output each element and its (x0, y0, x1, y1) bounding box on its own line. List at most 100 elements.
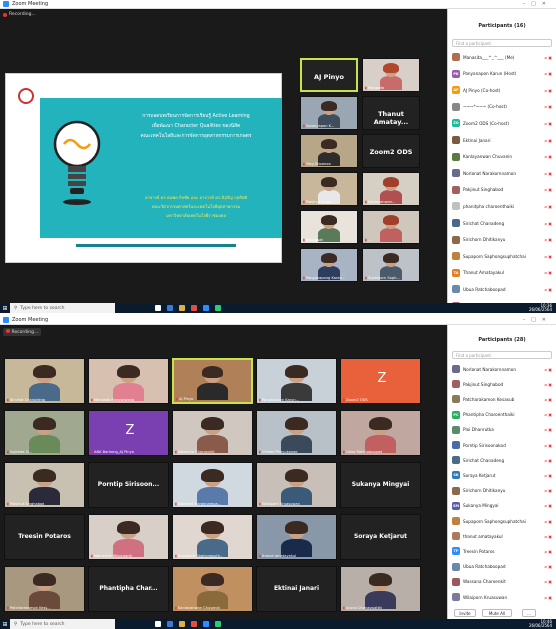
zoom-taskbar-icon[interactable] (203, 621, 209, 627)
video-tile[interactable]: ▮Chalao Phayukanee (256, 410, 337, 456)
video-tile[interactable]: Porntip Sirisoon... (88, 462, 169, 508)
muted-mic-video-icon[interactable]: ⌀ ▣ (545, 221, 552, 226)
participant-row[interactable]: Pakjinut Singhabod ⌀ ▣ (452, 378, 552, 390)
windows-start-icon[interactable]: ⊞ (0, 621, 10, 628)
participant-row[interactable]: PK Panyanapon Karun (Host) ⌀ ▣ (452, 68, 552, 80)
video-tile[interactable]: AJ Pinyo (300, 58, 358, 92)
participant-search-input[interactable]: Find a participant (452, 351, 552, 359)
participant-row[interactable]: Supaporn Saphongsuphatchai ⌀ ▣ (452, 515, 552, 527)
invite-button[interactable]: Invite (454, 609, 476, 617)
video-tile[interactable]: ▮Manasita (362, 58, 420, 92)
muted-mic-video-icon[interactable]: ⌀ ▣ (545, 397, 552, 402)
task-view-icon[interactable] (155, 621, 161, 627)
participant-row[interactable]: Norlanat Narakornnamon ⌀ ▣ (452, 167, 552, 179)
participant-row[interactable]: Patcharakamon Kesasub ⌀ ▣ (452, 393, 552, 405)
participant-row[interactable]: Pakjinut Singhabod ⌀ ▣ (452, 184, 552, 196)
video-tile[interactable]: ▮Naruemol Wisutpanit (88, 514, 169, 560)
muted-mic-video-icon[interactable]: ⌀ ▣ (545, 412, 552, 417)
muted-mic-video-icon[interactable]: ⌀ ▣ (545, 237, 552, 242)
video-tile[interactable]: ▮Kanlayanwan... (362, 172, 420, 206)
muted-mic-video-icon[interactable]: ⌀ ▣ (545, 171, 552, 176)
video-tile[interactable]: ▮Ubua Ratchaboopad (340, 410, 421, 456)
video-tile[interactable]: ▮Panyanapong Karan... (300, 248, 358, 282)
muted-mic-video-icon[interactable]: ⌀ ▣ (545, 138, 552, 143)
windows-start-icon[interactable]: ⊞ (0, 305, 10, 312)
participant-row[interactable]: Ektinai Janari ⌀ ▣ (452, 134, 552, 146)
video-tile[interactable]: ▮Wassana Charoenkit (172, 410, 253, 456)
participant-row[interactable]: Manasita___^_^___ (Me) ⌀ ▣ (452, 51, 552, 63)
edge-icon[interactable] (167, 621, 173, 627)
muted-mic-video-icon[interactable]: ⌀ ▣ (545, 287, 552, 292)
video-tile[interactable]: Ektinai Janari (256, 566, 337, 612)
participant-row[interactable]: Ploi Dhanrutka ⌀ ▣ (452, 424, 552, 436)
zoom-taskbar-icon[interactable] (203, 305, 209, 311)
participant-row[interactable]: Kanlayanwan Chuvanin ⌀ ▣ (452, 151, 552, 163)
system-clock[interactable]: 10:46 26/06/2564 (529, 619, 552, 629)
video-tile[interactable]: ▮phongsak (300, 210, 358, 244)
muted-mic-video-icon[interactable]: ⌀ ▣ (545, 382, 552, 387)
recording-indicator[interactable]: Recording... (3, 328, 42, 336)
more-button[interactable]: ... (522, 609, 536, 617)
video-tile[interactable]: Phantipha Char... (88, 566, 169, 612)
muted-mic-video-icon[interactable]: ⌀ ▣ (545, 519, 552, 524)
video-tile[interactable]: ▮Ying Sripanoa (300, 134, 358, 168)
task-view-icon[interactable] (155, 305, 161, 311)
system-clock[interactable]: 10:36 26/06/2564 (529, 303, 552, 313)
video-tile[interactable]: ▮Sajimda Sl... (4, 410, 85, 456)
line-icon[interactable] (215, 305, 221, 311)
video-tile[interactable]: Sukanya Mingyai (340, 462, 421, 508)
participant-search-input[interactable]: Find a participant (452, 39, 552, 47)
window-controls[interactable]: –□✕ (523, 1, 552, 7)
participant-row[interactable]: TP Treesin Potaros ⌀ ▣ (452, 545, 552, 557)
video-tile[interactable]: ▮Kanlayanwan Chuvanin (172, 566, 253, 612)
muted-mic-video-icon[interactable]: ⌀ ▣ (545, 503, 552, 508)
video-tile[interactable]: ▮Suphajorn Soph... (362, 248, 420, 282)
participant-row[interactable]: thanut amatayakul ⌀ ▣ (452, 530, 552, 542)
participant-row[interactable]: ZO Zoom2 ODS (Co-host) ⌀ ▣ (452, 117, 552, 129)
muted-mic-video-icon[interactable]: ⌀ ▣ (545, 71, 552, 76)
participant-row[interactable]: Sirichat Chanadeng ⌀ ▣ (452, 454, 552, 466)
muted-mic-video-icon[interactable]: ⌀ ▣ (545, 270, 552, 275)
participant-row[interactable]: Supaporn Saphongsuphatchai ⌀ ▣ (452, 250, 552, 262)
muted-mic-video-icon[interactable]: ⌀ ▣ (545, 488, 552, 493)
chrome-icon[interactable] (191, 621, 197, 627)
muted-mic-video-icon[interactable]: ⌀ ▣ (545, 443, 552, 448)
muted-mic-video-icon[interactable]: ⌀ ▣ (545, 473, 552, 478)
video-tile[interactable]: ▮Manasita Rungsawang (88, 358, 169, 404)
video-tile[interactable]: ▮Saranyapon K... (300, 96, 358, 130)
muted-mic-video-icon[interactable]: ⌀ ▣ (545, 204, 552, 209)
edge-icon[interactable] (167, 305, 173, 311)
video-tile[interactable]: ▮Supaporn Saphongsuth... (172, 514, 253, 560)
taskbar-search[interactable]: ⚲ Type here to search (10, 619, 115, 629)
recording-indicator[interactable]: Recording... (3, 12, 36, 17)
participant-row[interactable]: Norlanat Narakornnamon ⌀ ▣ (452, 363, 552, 375)
video-tile[interactable]: ▮Norlanat Naraknampa... (172, 462, 253, 508)
chrome-icon[interactable] (191, 305, 197, 311)
muted-mic-video-icon[interactable]: ⌀ ▣ (545, 427, 552, 432)
participant-row[interactable]: AP AJ Pinyo (Co-host) ⌀ ▣ (452, 84, 552, 96)
video-tile[interactable]: ▮Pakjinut Singhabod (4, 462, 85, 508)
video-tile[interactable]: ▮Pakjinut Singh... (300, 172, 358, 206)
muted-mic-video-icon[interactable]: ⌀ ▣ (545, 104, 552, 109)
muted-mic-video-icon[interactable]: ⌀ ▣ (545, 55, 552, 60)
muted-mic-video-icon[interactable]: ⌀ ▣ (545, 187, 552, 192)
video-tile[interactable]: ▮Wilaiporn Kruasuwan (256, 462, 337, 508)
muted-mic-video-icon[interactable]: ⌀ ▣ (545, 254, 552, 259)
video-tile[interactable]: ▮... (362, 210, 420, 244)
video-tile[interactable]: Soraya Ketjarut (340, 514, 421, 560)
participant-row[interactable]: SK Soraya Ketjarut ⌀ ▣ (452, 469, 552, 481)
participant-row[interactable]: Ubua Ratchaboopad ⌀ ▣ (452, 561, 552, 573)
participant-row[interactable]: Wassana Charoenkit ⌀ ▣ (452, 576, 552, 588)
muted-mic-video-icon[interactable]: ⌀ ▣ (545, 367, 552, 372)
participant-row[interactable]: ~~~*~~~ (Co-host) ⌀ ▣ (452, 101, 552, 113)
video-tile[interactable]: ▮Sirichat Chanadeng (4, 358, 85, 404)
video-tile[interactable]: ▮Patcharakamon Kess... (4, 566, 85, 612)
video-tile[interactable]: ▮AJ Pinyo (172, 358, 253, 404)
muted-mic-video-icon[interactable]: ⌀ ▣ (545, 154, 552, 159)
participant-row[interactable]: Porntip Sirisoonakod ⌀ ▣ (452, 439, 552, 451)
video-tile[interactable]: ▮Panyanapon Karun... (256, 358, 337, 404)
video-tile[interactable]: ▮Aruna Chanaswatthi (340, 566, 421, 612)
video-tile[interactable]: Treesin Potaros (4, 514, 85, 560)
muted-mic-video-icon[interactable]: ⌀ ▣ (545, 88, 552, 93)
participant-row[interactable]: Wilaiporn Kruasuwan ⌀ ▣ (452, 591, 552, 603)
